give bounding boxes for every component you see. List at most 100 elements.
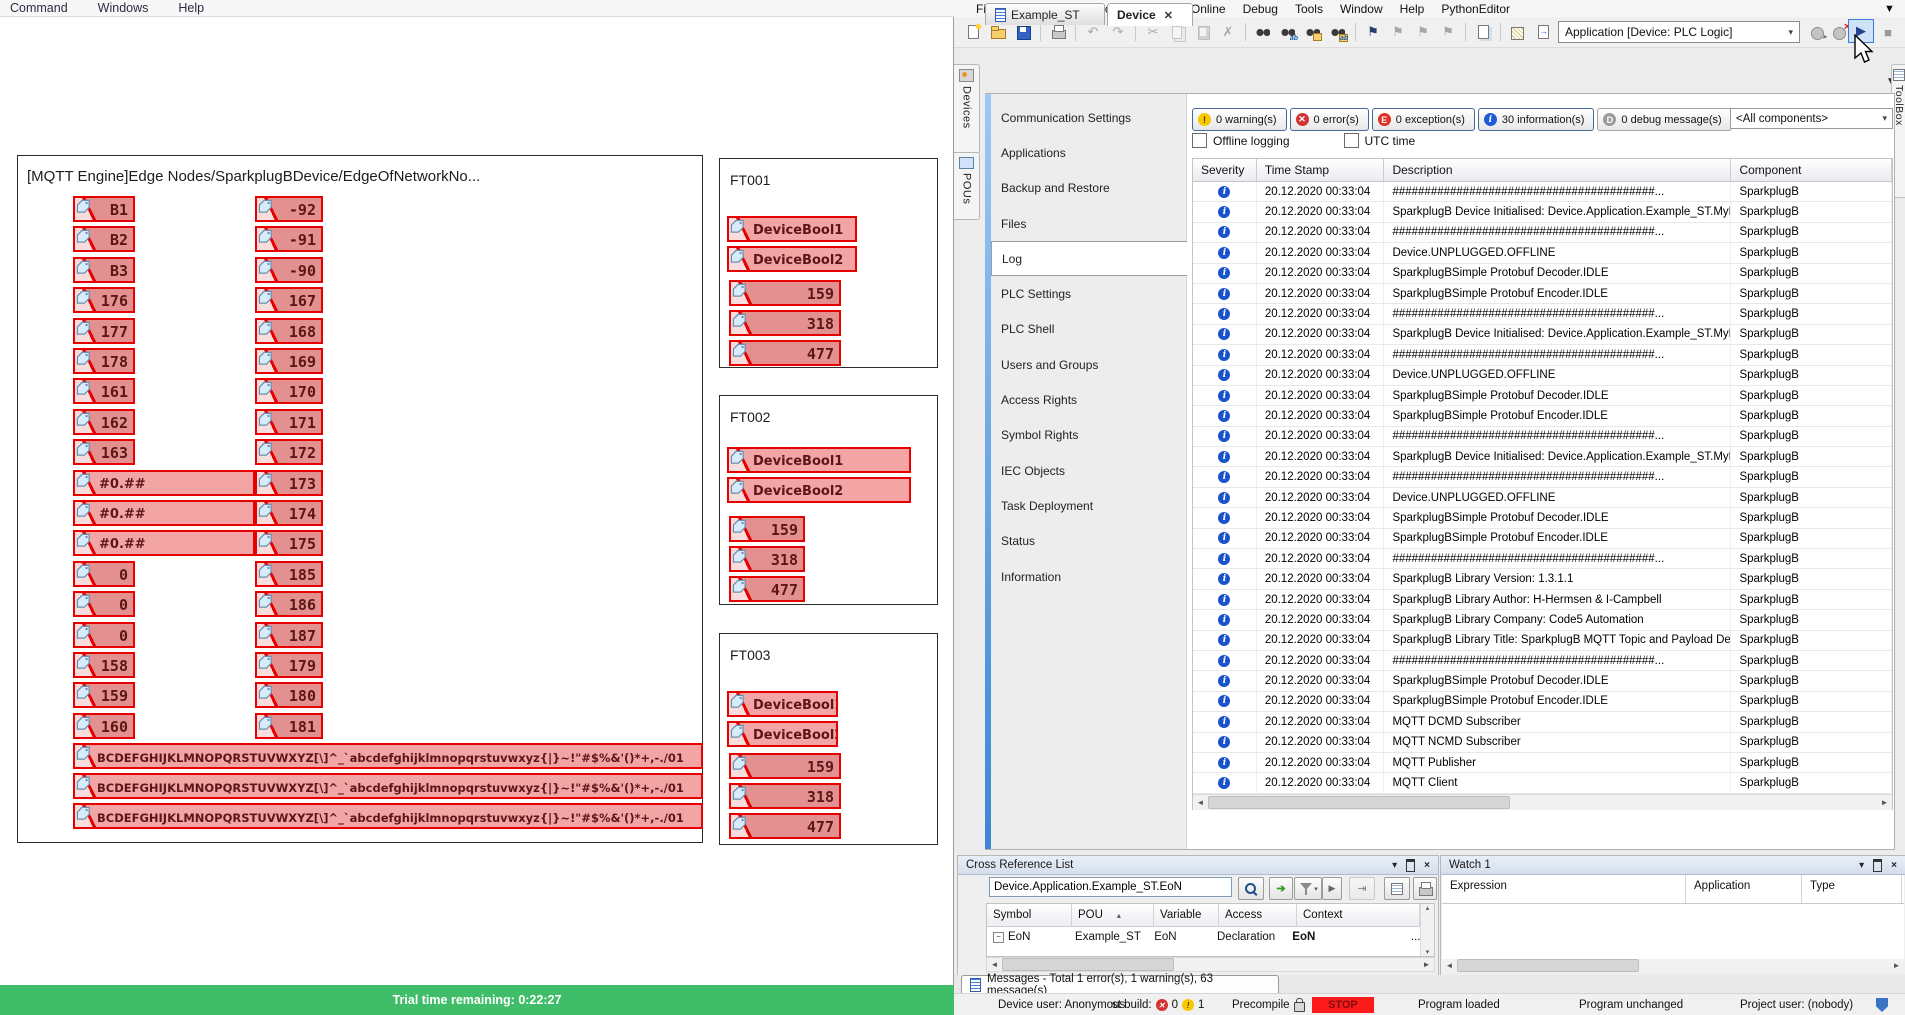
table-row[interactable]: i20.12.2020 00:33:04####################… xyxy=(1193,467,1892,487)
device-value-tag[interactable]: 318 xyxy=(729,546,805,572)
mqtt-tag[interactable]: 161 xyxy=(73,378,135,404)
mqtt-tag[interactable]: #0.## xyxy=(73,500,255,526)
table-row[interactable]: i20.12.2020 00:33:04####################… xyxy=(1193,182,1892,202)
table-row[interactable]: i20.12.2020 00:33:04####################… xyxy=(1193,549,1892,569)
mqtt-tag[interactable]: 180 xyxy=(255,682,323,708)
nav-item-status[interactable]: Status xyxy=(991,524,1187,559)
previous-bookmark-button[interactable]: ⚑ xyxy=(1387,21,1409,43)
utc-time-checkbox[interactable] xyxy=(1344,133,1359,148)
nav-item-users-and-groups[interactable]: Users and Groups xyxy=(991,347,1187,382)
component-filter-combo[interactable]: <All components> ▾ xyxy=(1730,108,1893,129)
cross-reference-search-input[interactable] xyxy=(989,877,1232,897)
mqtt-tag[interactable]: #0.## xyxy=(73,530,255,556)
mqtt-tag[interactable]: 168 xyxy=(255,318,323,344)
next-bookmark-button[interactable]: ⚑ xyxy=(1412,21,1434,43)
panel-menu-icon[interactable]: ▾ xyxy=(1859,860,1864,871)
column-header-symbol[interactable]: Symbol xyxy=(987,904,1072,926)
log-horizontal-scrollbar[interactable]: ◄ ► xyxy=(1193,794,1892,810)
menu-help[interactable]: Help xyxy=(1400,2,1425,16)
column-header-expression[interactable]: Expression xyxy=(1442,875,1686,903)
close-icon[interactable]: × xyxy=(1424,860,1430,871)
scroll-left-icon[interactable]: ◄ xyxy=(1193,795,1208,810)
table-row[interactable]: i20.12.2020 00:33:04####################… xyxy=(1193,223,1892,243)
mqtt-tag[interactable]: 158 xyxy=(73,652,135,678)
compare-button[interactable] xyxy=(1472,21,1494,43)
column-header-variable[interactable]: Variable xyxy=(1154,904,1219,926)
cross-ref-vertical-scrollbar[interactable]: ▴ ▾ xyxy=(1420,904,1434,956)
new-file-button[interactable] xyxy=(962,21,984,43)
cross-ref-filter-button[interactable]: ▾ xyxy=(1294,877,1322,900)
menu-pythoneditor[interactable]: PythonEditor xyxy=(1441,2,1510,16)
watch-horizontal-scrollbar[interactable]: ◄ ► xyxy=(1442,959,1904,972)
mqtt-tag[interactable]: 179 xyxy=(255,652,323,678)
mqtt-tag[interactable]: 0 xyxy=(73,561,135,587)
scroll-right-icon[interactable]: ► xyxy=(1877,795,1892,810)
menu-command[interactable]: Command xyxy=(10,1,68,15)
cross-ref-next-button[interactable]: ▶ xyxy=(1322,877,1342,900)
table-row[interactable]: i20.12.2020 00:33:04####################… xyxy=(1193,304,1892,324)
nav-item-plc-shell[interactable]: PLC Shell xyxy=(991,312,1187,347)
mqtt-tag[interactable]: 170 xyxy=(255,378,323,404)
mqtt-tag[interactable]: 171 xyxy=(255,409,323,435)
mqtt-tag[interactable]: 186 xyxy=(255,591,323,617)
table-row[interactable]: i20.12.2020 00:33:04MQTT NCMD Subscriber… xyxy=(1193,733,1892,753)
mqtt-tag[interactable]: 175 xyxy=(255,530,323,556)
mqtt-tag[interactable]: -90 xyxy=(255,257,323,283)
mqtt-tag[interactable]: 162 xyxy=(73,409,135,435)
table-row[interactable]: i20.12.2020 00:33:04SparkplugBSimple Pro… xyxy=(1193,284,1892,304)
table-row[interactable]: i20.12.2020 00:33:04MQTT PublisherSparkp… xyxy=(1193,753,1892,773)
nav-item-iec-objects[interactable]: IEC Objects xyxy=(991,453,1187,488)
nav-item-information[interactable]: Information xyxy=(991,559,1187,594)
cross-ref-expand-button[interactable] xyxy=(1384,877,1410,900)
device-value-tag[interactable]: 159 xyxy=(729,516,805,542)
information-filter-button[interactable]: i30 information(s) xyxy=(1478,108,1595,131)
tab-device[interactable]: Device ✕ xyxy=(1107,3,1193,26)
mqtt-tag[interactable]: #0.## xyxy=(73,470,255,496)
delete-button[interactable]: ✗ xyxy=(1217,21,1239,43)
cross-ref-print-button[interactable] xyxy=(1413,877,1437,900)
mqtt-tag[interactable]: 163 xyxy=(73,439,135,465)
scroll-right-icon[interactable]: ► xyxy=(1419,957,1434,972)
warnings-filter-button[interactable]: !0 warning(s) xyxy=(1192,108,1287,131)
errors-filter-button[interactable]: ✕0 error(s) xyxy=(1290,108,1369,131)
table-row[interactable]: i20.12.2020 00:33:04SparkplugBSimple Pro… xyxy=(1193,264,1892,284)
mqtt-tag[interactable]: 176 xyxy=(73,287,135,313)
messages-tab[interactable]: Messages - Total 1 error(s), 1 warning(s… xyxy=(961,975,1279,993)
cross-ref-horizontal-scrollbar[interactable]: ◄ ► xyxy=(986,957,1435,972)
mqtt-tag[interactable]: 187 xyxy=(255,622,323,648)
mqtt-tag[interactable]: -91 xyxy=(255,226,323,252)
nav-item-task-deployment[interactable]: Task Deployment xyxy=(991,488,1187,523)
column-header-application[interactable]: Application xyxy=(1686,875,1802,903)
replace-in-project-button[interactable] xyxy=(1327,21,1349,43)
active-application-combo[interactable]: Application [Device: PLC Logic] ▾ xyxy=(1558,21,1800,43)
watch-titlebar[interactable]: Watch 1 ▾ × xyxy=(1441,856,1905,875)
mqtt-tag[interactable]: B2 xyxy=(73,226,135,252)
scroll-left-icon[interactable]: ◄ xyxy=(987,957,1002,972)
table-row[interactable]: i20.12.2020 00:33:04####################… xyxy=(1193,345,1892,365)
mqtt-tag[interactable]: B3 xyxy=(73,257,135,283)
nav-item-access-rights[interactable]: Access Rights xyxy=(991,382,1187,417)
table-row[interactable]: i20.12.2020 00:33:04SparkplugB Device In… xyxy=(1193,325,1892,345)
menu-windows[interactable]: Windows xyxy=(98,1,149,15)
table-row[interactable]: i20.12.2020 00:33:04SparkplugB Library T… xyxy=(1193,631,1892,651)
mqtt-tag[interactable]: BCDEFGHIJKLMNOPQRSTUVWXYZ[\]^_`abcdefghi… xyxy=(73,803,703,829)
table-row[interactable]: i20.12.2020 00:33:04####################… xyxy=(1193,651,1892,671)
table-row[interactable]: i20.12.2020 00:33:04Device.UNPLUGGED.OFF… xyxy=(1193,488,1892,508)
scroll-down-icon[interactable]: ▾ xyxy=(1426,948,1430,956)
column-header-time-stamp[interactable]: Time Stamp xyxy=(1257,159,1385,181)
watch-table-header[interactable]: ExpressionApplicationType xyxy=(1442,875,1904,904)
nav-item-backup-and-restore[interactable]: Backup and Restore xyxy=(991,171,1187,206)
table-row[interactable]: i20.12.2020 00:33:04SparkplugBSimple Pro… xyxy=(1193,508,1892,528)
replace-button[interactable] xyxy=(1277,21,1299,43)
table-row[interactable]: i20.12.2020 00:33:04SparkplugBSimple Pro… xyxy=(1193,386,1892,406)
offline-logging-checkbox[interactable] xyxy=(1192,133,1207,148)
close-icon[interactable]: ✕ xyxy=(1164,9,1173,22)
nav-item-applications[interactable]: Applications xyxy=(991,135,1187,170)
table-row[interactable]: i20.12.2020 00:33:04SparkplugBSimple Pro… xyxy=(1193,406,1892,426)
stop-button[interactable]: ■ xyxy=(1878,21,1898,43)
device-value-tag[interactable]: 477 xyxy=(729,576,805,602)
cross-reference-titlebar[interactable]: Cross Reference List ▾ × xyxy=(958,856,1438,875)
log-table-header[interactable]: SeverityTime StampDescriptionComponent xyxy=(1193,159,1892,182)
device-bool-tag[interactable]: DeviceBool1 xyxy=(727,216,857,242)
sidebar-tab-pous[interactable]: POUs xyxy=(954,152,980,220)
